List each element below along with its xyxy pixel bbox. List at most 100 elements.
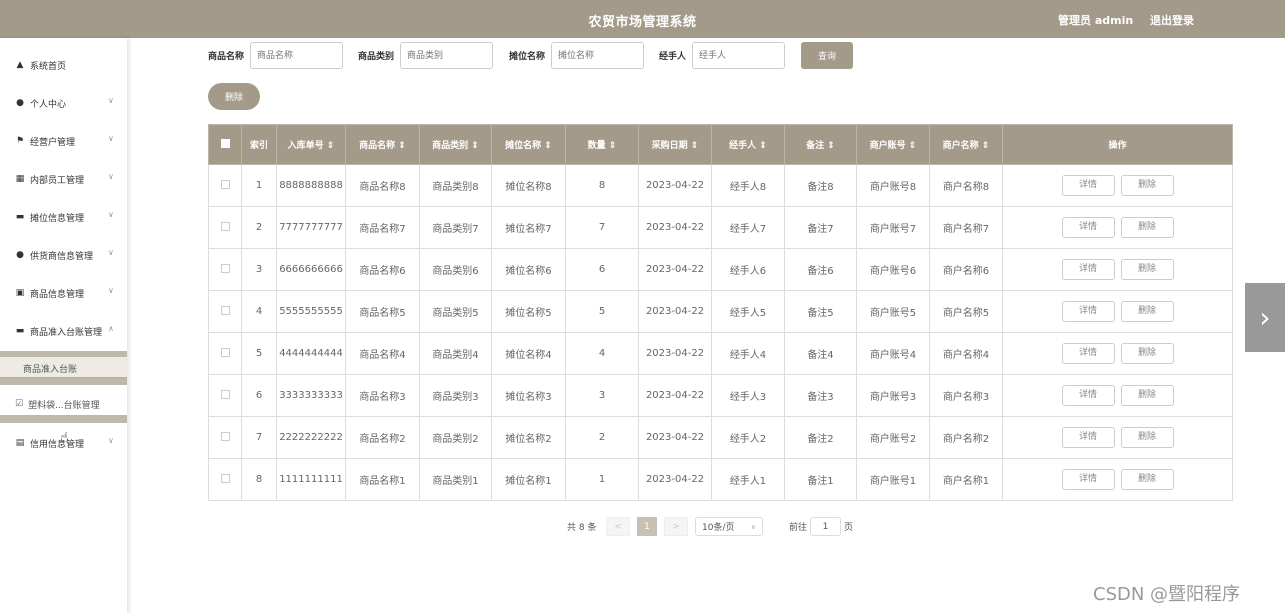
table-cell: 商品类别8 xyxy=(419,164,492,207)
search-product-category: 商品类别 xyxy=(358,42,494,69)
row-checkbox[interactable] xyxy=(208,164,242,207)
actions-cell: 详情 删除 xyxy=(1002,416,1233,459)
table-cell: 2023-04-22 xyxy=(638,164,712,207)
table-cell: 摊位名称7 xyxy=(491,206,566,249)
sidebar-subitem-goods-ledger[interactable]: 商品准入台账 xyxy=(0,357,127,379)
column-header[interactable]: 入库单号 ⇕ xyxy=(276,124,346,165)
sidebar-item-6[interactable]: ▣ 商品信息管理 ∨ xyxy=(0,278,127,308)
table-cell: 4 xyxy=(241,290,277,333)
row-delete-button[interactable]: 删除 xyxy=(1120,217,1174,238)
row-checkbox[interactable] xyxy=(208,248,242,291)
detail-button[interactable]: 详情 xyxy=(1061,301,1115,322)
column-header[interactable]: 备注 ⇕ xyxy=(784,124,857,165)
table-cell: 商户账号8 xyxy=(856,164,930,207)
row-delete-button[interactable]: 删除 xyxy=(1120,469,1174,490)
detail-button[interactable]: 详情 xyxy=(1061,217,1115,238)
chevron-icon: ∨ xyxy=(108,96,114,105)
table-row: 7 2222222222 商品名称2 商品类别2 摊位名称2 2 2023-04-22 经手人… xyxy=(208,416,1233,459)
detail-button[interactable]: 详情 xyxy=(1061,175,1115,196)
product-category-input[interactable] xyxy=(400,42,494,69)
table-cell: 商品名称1 xyxy=(345,458,420,501)
query-button[interactable]: 查询 xyxy=(801,42,853,69)
table-cell: 2 xyxy=(241,206,277,249)
sidebar-item-3[interactable]: ▦ 内部员工管理 ∨ xyxy=(0,164,127,194)
product-name-input[interactable] xyxy=(250,42,344,69)
sidebar-item-0[interactable]: ▲ 系统首页 xyxy=(0,50,127,80)
table-cell: 商户账号1 xyxy=(856,458,930,501)
table-cell: 摊位名称8 xyxy=(491,164,566,207)
sidebar-item-5[interactable]: ● 供货商信息管理 ∨ xyxy=(0,240,127,270)
table-cell: 商品类别3 xyxy=(419,374,492,417)
row-checkbox[interactable] xyxy=(208,458,242,501)
table-cell: 2222222222 xyxy=(276,416,346,459)
table-cell: 摊位名称2 xyxy=(491,416,566,459)
sidebar-subitem-label: 塑料袋...台账管理 xyxy=(28,400,100,411)
row-delete-button[interactable]: 删除 xyxy=(1120,427,1174,448)
detail-button[interactable]: 详情 xyxy=(1061,469,1115,490)
table-cell: 商品名称6 xyxy=(345,248,420,291)
table-row: 2 7777777777 商品名称7 商品类别7 摊位名称7 7 2023-04-22 经手人… xyxy=(208,206,1233,249)
sidebar-item-7[interactable]: ▬ 商品准入台账管理 ∧ xyxy=(0,316,127,346)
chevron-right-icon: › xyxy=(1259,301,1271,334)
batch-delete-button[interactable]: 删除 xyxy=(208,83,260,110)
row-delete-button[interactable]: 删除 xyxy=(1120,259,1174,280)
column-header[interactable]: 商户账号 ⇕ xyxy=(856,124,930,165)
table-cell: 5 xyxy=(241,332,277,375)
logout-button[interactable]: 退出登录 xyxy=(1150,12,1194,28)
sidebar-item-1[interactable]: ● 个人中心 ∨ xyxy=(0,88,127,118)
row-checkbox[interactable] xyxy=(208,332,242,375)
table-cell: 商品名称2 xyxy=(345,416,420,459)
detail-button[interactable]: 详情 xyxy=(1061,427,1115,448)
column-header[interactable]: 商户名称 ⇕ xyxy=(929,124,1003,165)
chevron-icon: ∧ xyxy=(108,324,114,333)
table-cell: 商户账号2 xyxy=(856,416,930,459)
table-cell: 商品类别6 xyxy=(419,248,492,291)
book-icon: ▬ xyxy=(15,326,25,336)
table-cell: 2023-04-22 xyxy=(638,290,712,333)
detail-button[interactable]: 详情 xyxy=(1061,259,1115,280)
column-header[interactable]: 数量 ⇕ xyxy=(565,124,639,165)
table-cell: 商品类别7 xyxy=(419,206,492,249)
next-slide-arrow[interactable]: › xyxy=(1245,283,1285,352)
detail-button[interactable]: 详情 xyxy=(1061,385,1115,406)
current-page[interactable]: 1 xyxy=(637,517,657,536)
row-checkbox[interactable] xyxy=(208,206,242,249)
table-cell: 5555555555 xyxy=(276,290,346,333)
column-header[interactable]: 商品名称 ⇕ xyxy=(345,124,420,165)
table-cell: 摊位名称5 xyxy=(491,290,566,333)
column-header[interactable]: 采购日期 ⇕ xyxy=(638,124,712,165)
table-cell: 商品名称5 xyxy=(345,290,420,333)
sidebar-item-4[interactable]: ▬ 摊位信息管理 ∨ xyxy=(0,202,127,232)
column-header[interactable]: 摊位名称 ⇕ xyxy=(491,124,566,165)
table-cell: 摊位名称1 xyxy=(491,458,566,501)
row-checkbox[interactable] xyxy=(208,416,242,459)
sidebar-subitem-plastic-bag-ledger[interactable]: ☑ 塑料袋...台账管理 xyxy=(0,393,127,415)
table-cell: 6 xyxy=(241,374,277,417)
search-stall-name: 摊位名称 xyxy=(509,42,645,69)
row-delete-button[interactable]: 删除 xyxy=(1120,343,1174,364)
sidebar-item-2[interactable]: ⚑ 经营户管理 ∨ xyxy=(0,126,127,156)
select-all-checkbox[interactable] xyxy=(208,124,242,165)
pagination-total: 共 8 条 xyxy=(567,522,597,533)
prev-page-button[interactable]: < xyxy=(606,517,630,536)
column-header[interactable]: 商品类别 ⇕ xyxy=(419,124,492,165)
sidebar-item-label: 信用信息管理 xyxy=(30,439,85,450)
row-delete-button[interactable]: 删除 xyxy=(1120,175,1174,196)
table-row: 1 8888888888 商品名称8 商品类别8 摊位名称8 8 2023-04-22 经手人… xyxy=(208,164,1233,207)
next-page-button[interactable]: > xyxy=(664,517,688,536)
table-cell: 1111111111 xyxy=(276,458,346,501)
handler-input[interactable] xyxy=(692,42,786,69)
row-checkbox[interactable] xyxy=(208,374,242,417)
checkbox-icon: ☑ xyxy=(15,399,24,409)
table-cell: 2 xyxy=(565,416,639,459)
page-size-select[interactable]: 10条/页 ∨ xyxy=(695,517,763,536)
table-cell: 经手人4 xyxy=(711,332,785,375)
row-delete-button[interactable]: 删除 xyxy=(1120,301,1174,322)
stall-name-input[interactable] xyxy=(551,42,645,69)
detail-button[interactable]: 详情 xyxy=(1061,343,1115,364)
row-delete-button[interactable]: 删除 xyxy=(1120,385,1174,406)
goto-page-input[interactable]: 1 xyxy=(810,517,841,536)
column-header[interactable]: 经手人 ⇕ xyxy=(711,124,785,165)
table-cell: 备注8 xyxy=(784,164,857,207)
row-checkbox[interactable] xyxy=(208,290,242,333)
